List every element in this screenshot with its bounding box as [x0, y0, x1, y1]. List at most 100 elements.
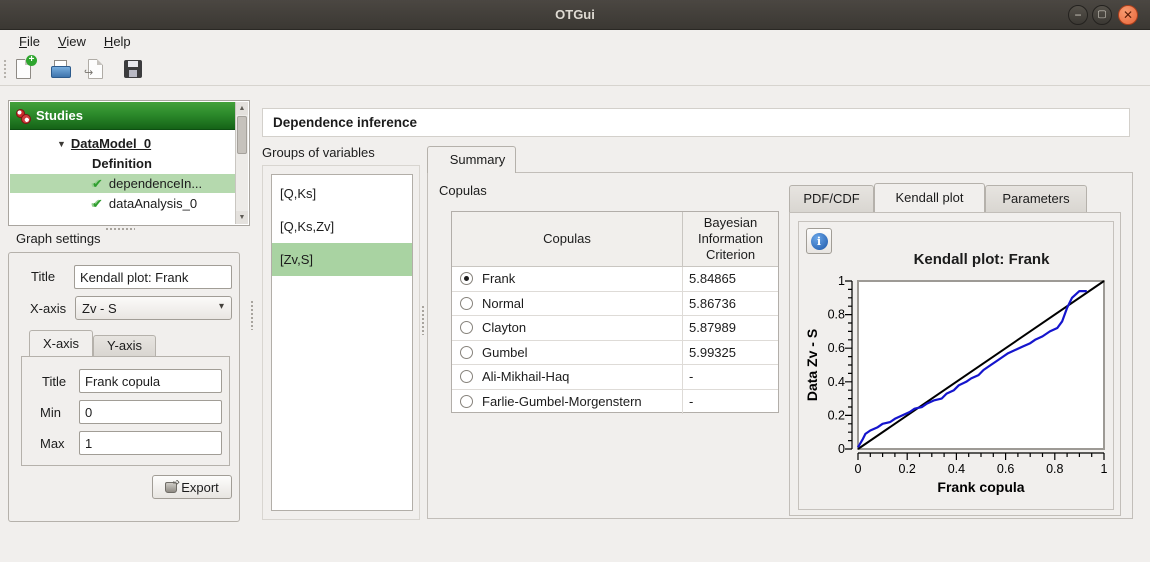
column-header-bic: Bayesian Information Criterion [682, 212, 778, 266]
tab-summary[interactable]: Summary [427, 146, 516, 173]
save-icon [124, 60, 142, 78]
tab-pdf-cdf[interactable]: PDF/CDF [789, 185, 874, 212]
axis-settings-panel: Title Min Max [21, 356, 230, 466]
openturns-logo-icon [16, 108, 31, 124]
radio-ali-mikhail-haq[interactable] [460, 370, 473, 384]
svg-text:0.6: 0.6 [828, 341, 845, 355]
graph-settings-box: Title X-axis Zv - S ▾ X-axis Y-axis Titl… [8, 252, 240, 522]
check-icon: ✔ [92, 195, 103, 211]
axis-title-input[interactable] [79, 369, 222, 393]
table-row[interactable]: Normal 5.86736 [452, 291, 778, 316]
chart-title: Kendall plot: Frank [913, 251, 1050, 268]
tab-x-axis[interactable]: X-axis [29, 330, 93, 356]
svg-text:0.2: 0.2 [899, 462, 916, 476]
svg-text:0.2: 0.2 [828, 408, 845, 422]
table-row[interactable]: Gumbel 5.99325 [452, 340, 778, 365]
close-icon[interactable]: ✕ [1118, 5, 1138, 25]
table-row[interactable]: Farlie-Gumbel-Morgenstern - [452, 389, 778, 414]
groups-of-variables-label: Groups of variables [262, 145, 375, 160]
tree-item-data-analysis[interactable]: ✔ dataAnalysis_0 [10, 194, 237, 213]
radio-farlie-gumbel-morgenstern[interactable] [460, 395, 473, 409]
tab-parameters[interactable]: Parameters [985, 185, 1087, 212]
page-title-box: Dependence inference [262, 108, 1130, 137]
import-script-button[interactable]: ↪ [84, 57, 110, 83]
radio-clayton[interactable] [460, 321, 473, 335]
graph-title-input[interactable] [74, 265, 232, 289]
group-item-qks[interactable]: [Q,Ks] [272, 177, 412, 210]
window-title: OTGui [555, 7, 595, 22]
chevron-down-icon[interactable]: ▼ [57, 139, 66, 149]
plus-icon: + [26, 55, 37, 66]
vertical-splitter-handle-2[interactable] [421, 305, 425, 335]
tab-y-axis[interactable]: Y-axis [93, 335, 156, 356]
minimize-icon[interactable]: − [1068, 5, 1088, 25]
tab-kendall-plot[interactable]: Kendall plot [874, 183, 985, 212]
graph-settings-label: Graph settings [16, 231, 101, 246]
svg-text:0.4: 0.4 [948, 462, 965, 476]
menu-file[interactable]: File [10, 32, 49, 51]
scrollbar-thumb[interactable] [237, 116, 247, 154]
max-label: Max [40, 436, 65, 451]
vertical-splitter-handle[interactable] [250, 300, 254, 330]
chevron-down-icon: ▾ [218, 301, 224, 312]
xaxis-select[interactable]: Zv - S ▾ [75, 296, 232, 320]
svg-text:0: 0 [838, 442, 845, 456]
menubar: File View Help [0, 30, 1150, 53]
horizontal-splitter-handle[interactable] [105, 227, 135, 231]
svg-text:0.4: 0.4 [828, 375, 845, 389]
radio-gumbel[interactable] [460, 345, 473, 359]
svg-text:Frank copula: Frank copula [937, 479, 1024, 495]
studies-tree-header: Studies [10, 102, 237, 130]
min-input[interactable] [79, 400, 222, 424]
groups-frame: [Q,Ks] [Q,Ks,Zv] [Zv,S] [262, 165, 420, 520]
column-header-copulas: Copulas [543, 230, 591, 246]
page-title: Dependence inference [273, 115, 418, 130]
max-input[interactable] [79, 431, 222, 455]
svg-text:0: 0 [855, 462, 862, 476]
axis-title-label: Title [42, 374, 67, 389]
save-study-button[interactable] [120, 57, 146, 83]
radio-normal[interactable] [460, 296, 473, 310]
table-header: Copulas Bayesian Information Criterion [452, 212, 778, 267]
table-row[interactable]: Frank 5.84865 [452, 267, 778, 292]
open-folder-icon [51, 66, 71, 78]
kendall-plot: 00 0.2 0.2 0.4 0.4 0.6 0.6 0.8 0.8 1 1 Frank copula… [804, 274, 1108, 495]
check-icon: ✔ [92, 175, 103, 191]
open-study-button[interactable] [48, 57, 74, 83]
svg-text:Data Zv - S: Data Zv - S [804, 329, 820, 401]
info-button[interactable]: i [806, 228, 832, 254]
info-icon: i [810, 232, 828, 250]
scroll-down-icon[interactable]: ▼ [236, 211, 248, 224]
tree-item-definition[interactable]: Definition [10, 154, 237, 173]
tree-item-dependence-inference[interactable]: ✔ dependenceIn... [10, 174, 237, 193]
table-row[interactable]: Clayton 5.87989 [452, 316, 778, 341]
title-label: Title [31, 269, 56, 284]
copulas-label: Copulas [439, 183, 487, 198]
studies-tree: Studies ▼ DataModel_0 Definition ✔ depen… [8, 100, 250, 226]
copulas-table: Copulas Bayesian Information Criterion F… [451, 211, 779, 414]
new-study-button[interactable]: + [12, 55, 38, 83]
toolbar-drag-handle[interactable] [3, 59, 8, 80]
titlebar: OTGui − ▢ ✕ [0, 0, 1150, 30]
export-button[interactable]: Export [152, 475, 232, 499]
menu-help[interactable]: Help [95, 32, 140, 51]
tree-scrollbar[interactable]: ▲ ▼ [235, 102, 248, 224]
tree-item-datamodel[interactable]: ▼ DataModel_0 [10, 134, 237, 153]
menu-view[interactable]: View [49, 32, 95, 51]
radio-frank[interactable] [460, 272, 473, 286]
min-label: Min [40, 405, 61, 420]
groups-list: [Q,Ks] [Q,Ks,Zv] [Zv,S] [271, 174, 413, 511]
xaxis-label: X-axis [30, 301, 67, 316]
maximize-icon[interactable]: ▢ [1092, 5, 1112, 25]
svg-text:1: 1 [1101, 462, 1108, 476]
import-arrow-icon: ↪ [84, 67, 94, 79]
group-item-zvs[interactable]: [Zv,S] [272, 243, 412, 276]
group-item-qkszv[interactable]: [Q,Ks,Zv] [272, 210, 412, 243]
toolbar: + ↪ [0, 53, 1150, 86]
svg-text:0.6: 0.6 [997, 462, 1014, 476]
svg-text:0.8: 0.8 [828, 308, 845, 322]
table-row[interactable]: Ali-Mikhail-Haq - [452, 365, 778, 390]
svg-text:1: 1 [838, 274, 845, 288]
scroll-up-icon[interactable]: ▲ [236, 102, 248, 115]
svg-text:0.8: 0.8 [1046, 462, 1063, 476]
